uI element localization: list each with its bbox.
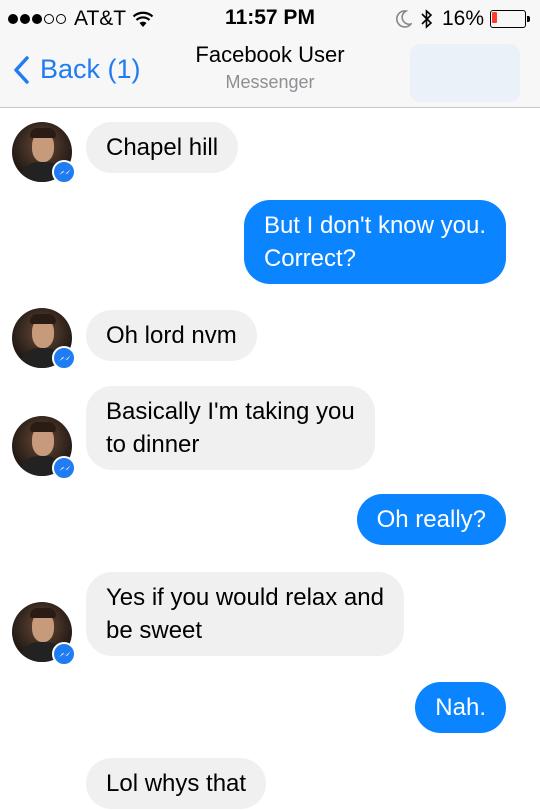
incoming-message-bubble[interactable]: Basically I'm taking you to dinner: [86, 386, 375, 470]
messenger-badge-icon: [52, 160, 76, 184]
battery-icon: [490, 10, 530, 28]
battery-percent: 16%: [441, 7, 484, 30]
conversation-title: Facebook User: [195, 42, 345, 67]
status-right: 16%: [396, 7, 530, 31]
bluetooth-icon: [421, 9, 433, 29]
status-left: AT&T: [8, 7, 154, 31]
outgoing-message-bubble[interactable]: Oh really?: [356, 494, 506, 545]
do-not-disturb-icon: [396, 10, 412, 28]
carrier-label: AT&T: [74, 7, 127, 30]
messenger-badge-icon: [52, 456, 76, 480]
signal-strength-icon: [8, 14, 68, 24]
messenger-badge-icon: [52, 346, 76, 370]
incoming-message-bubble[interactable]: Lol whys that: [86, 758, 267, 809]
outgoing-message-bubble[interactable]: Nah.: [415, 682, 506, 733]
incoming-message-bubble[interactable]: Chapel hill: [86, 122, 239, 173]
conversation-subtitle: Messenger: [225, 72, 315, 92]
incoming-message-bubble[interactable]: Oh lord nvm: [86, 310, 257, 361]
messenger-badge-icon: [52, 642, 76, 666]
navigation-bar: Back (1) Facebook User Messenger: [0, 36, 540, 108]
incoming-message-bubble[interactable]: Yes if you would relax and be sweet: [86, 572, 404, 656]
status-bar: AT&T 11:57 PM 16%: [0, 0, 540, 36]
wifi-icon: [132, 11, 154, 27]
outgoing-message-bubble[interactable]: But I don't know you. Correct?: [243, 200, 506, 284]
